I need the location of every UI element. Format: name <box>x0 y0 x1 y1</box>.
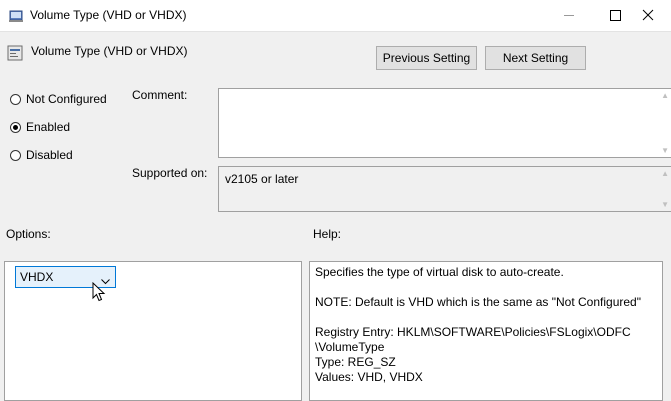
help-line: Values: VHD, VHDX <box>315 370 423 384</box>
comment-label: Comment: <box>132 88 188 102</box>
next-setting-button[interactable]: Next Setting <box>485 46 586 70</box>
help-line: \VolumeType <box>315 340 385 354</box>
comment-field[interactable]: ▲ ▼ <box>218 88 671 158</box>
policy-setting-icon <box>7 45 23 61</box>
radio-label: Enabled <box>26 120 71 134</box>
scroll-down-icon[interactable]: ▼ <box>661 146 669 155</box>
help-label: Help: <box>313 227 342 241</box>
title-bar: Volume Type (VHD or VHDX) <box>0 0 671 32</box>
help-line: Type: REG_SZ <box>315 355 396 369</box>
close-button[interactable] <box>625 0 671 31</box>
radio-label: Not Configured <box>26 92 107 106</box>
supported-on-label: Supported on: <box>132 166 208 180</box>
setting-title: Volume Type (VHD or VHDX) <box>31 44 188 58</box>
scroll-up-icon[interactable]: ▲ <box>661 169 669 178</box>
window-title: Volume Type (VHD or VHDX) <box>30 8 187 22</box>
radio-button[interactable] <box>10 121 21 133</box>
minimize-button[interactable] <box>546 0 592 31</box>
radio-button[interactable] <box>10 149 21 161</box>
help-line-blank <box>315 310 657 325</box>
previous-setting-button[interactable]: Previous Setting <box>376 46 477 70</box>
radio-not-configured[interactable]: Not Configured <box>10 92 107 106</box>
mouse-pointer-icon <box>92 281 106 305</box>
scroll-up-icon[interactable]: ▲ <box>661 91 669 100</box>
help-line: NOTE: Default is VHD which is the same a… <box>315 295 641 309</box>
options-panel: VHDX <box>4 261 302 401</box>
close-icon <box>642 9 654 21</box>
radio-enabled[interactable]: Enabled <box>10 120 70 134</box>
options-label: Options: <box>6 227 51 241</box>
scroll-down-icon[interactable]: ▼ <box>661 200 669 209</box>
supported-on-value: v2105 or later <box>225 172 299 186</box>
radio-button[interactable] <box>10 93 21 105</box>
help-line: Specifies the type of virtual disk to au… <box>315 265 564 279</box>
radio-label: Disabled <box>26 148 73 162</box>
policy-window-icon <box>8 8 24 24</box>
supported-on-field: v2105 or later ▲ ▼ <box>218 166 671 212</box>
dropdown-selected-value: VHDX <box>20 270 54 284</box>
help-line-blank <box>315 280 657 295</box>
help-panel: Specifies the type of virtual disk to au… <box>309 261 663 401</box>
radio-disabled[interactable]: Disabled <box>10 148 73 162</box>
help-line: Registry Entry: HKLM\SOFTWARE\Policies\F… <box>315 325 631 339</box>
